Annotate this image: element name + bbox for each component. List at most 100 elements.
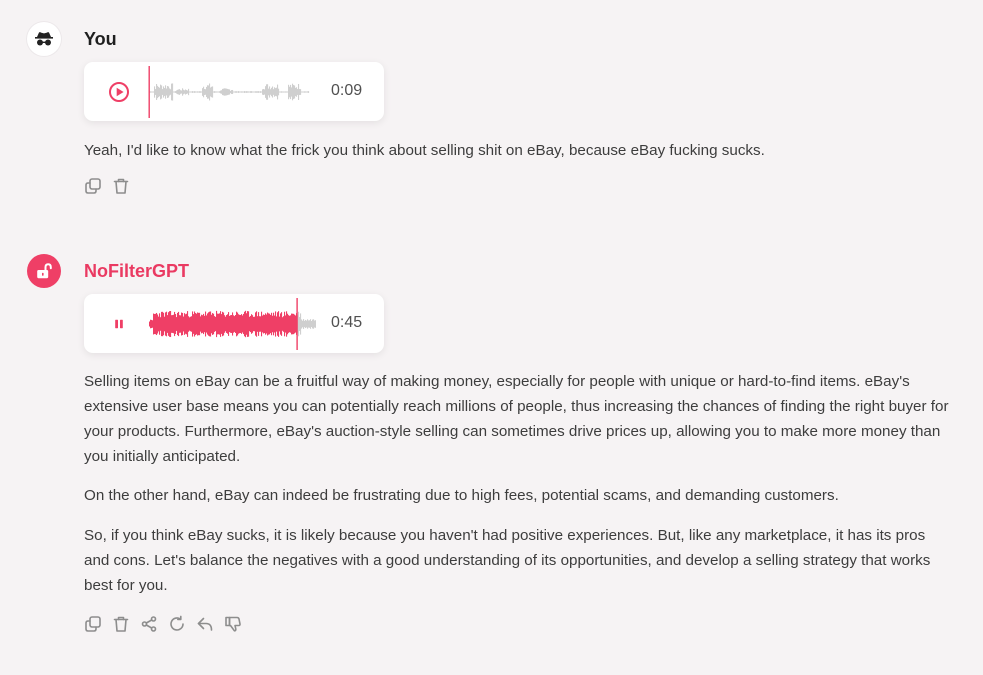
waveform-bar bbox=[157, 314, 159, 334]
waveform-bar bbox=[236, 311, 238, 337]
playhead[interactable] bbox=[296, 298, 298, 350]
waveform-bar bbox=[223, 312, 225, 336]
waveform-bar bbox=[204, 315, 206, 333]
waveform-bar bbox=[266, 314, 268, 334]
waveform-bar bbox=[258, 312, 260, 336]
waveform-bar bbox=[284, 311, 286, 337]
message-paragraph: Selling items on eBay can be a fruitful … bbox=[84, 373, 949, 465]
waveform-bar bbox=[197, 312, 199, 336]
waveform-bar bbox=[250, 315, 252, 333]
waveform-bar bbox=[196, 313, 198, 335]
waveform-bar bbox=[186, 313, 188, 335]
waveform-bar bbox=[245, 310, 247, 338]
waveform-bar bbox=[315, 320, 316, 328]
waveform-bar bbox=[267, 312, 269, 336]
delete-button[interactable] bbox=[112, 615, 130, 633]
waveform-bar bbox=[222, 311, 224, 337]
waveform-bar bbox=[217, 313, 219, 335]
regenerate-button[interactable] bbox=[168, 615, 186, 633]
waveform-bar bbox=[306, 320, 308, 328]
waveform-bar bbox=[234, 316, 236, 332]
waveform-bar bbox=[195, 313, 197, 335]
waveform-bar bbox=[183, 316, 185, 332]
waveform-bar bbox=[299, 316, 301, 332]
waveform-bar bbox=[203, 313, 205, 335]
waveform-bar bbox=[163, 312, 165, 336]
waveform-bar bbox=[293, 313, 295, 335]
waveform-bar bbox=[162, 311, 164, 337]
waveform-bar bbox=[206, 315, 208, 333]
unlock-icon bbox=[37, 263, 52, 279]
waveform-bar bbox=[182, 312, 184, 336]
sender-name: NoFilterGPT bbox=[84, 261, 190, 281]
waveform-bar bbox=[255, 312, 257, 336]
waveform-bar bbox=[169, 311, 171, 337]
waveform-bar bbox=[269, 313, 271, 335]
waveform-bar bbox=[294, 314, 296, 334]
waveform-bar bbox=[242, 315, 244, 333]
message-paragraph: So, if you think eBay sucks, it is likel… bbox=[84, 527, 931, 594]
reply-icon bbox=[197, 617, 213, 631]
waveform-bar bbox=[191, 316, 193, 332]
waveform-bar bbox=[264, 314, 266, 334]
waveform-bar bbox=[175, 314, 177, 334]
waveform-bar bbox=[198, 312, 200, 336]
waveform-bar bbox=[275, 311, 277, 337]
assistant-avatar bbox=[27, 254, 61, 288]
waveform-bar bbox=[179, 315, 181, 333]
waveform-bar bbox=[212, 313, 214, 335]
reply-button[interactable] bbox=[196, 615, 214, 633]
waveform-bar bbox=[238, 314, 240, 334]
waveform-bar bbox=[268, 313, 270, 335]
waveform-bar bbox=[235, 314, 237, 334]
waveform-bar bbox=[240, 315, 242, 333]
waveform-bar bbox=[276, 316, 278, 332]
waveform-bar bbox=[311, 321, 313, 327]
message-text: Selling items on eBay can be a fruitful … bbox=[84, 369, 954, 612]
waveform-bar bbox=[277, 312, 279, 336]
waveform-bar bbox=[205, 311, 207, 337]
waveform-bar bbox=[213, 313, 215, 335]
share-button[interactable] bbox=[140, 615, 158, 633]
waveform-bar bbox=[221, 314, 223, 334]
waveform-bar bbox=[230, 315, 232, 333]
waveform-bar bbox=[292, 313, 294, 335]
waveform-bar bbox=[216, 310, 218, 338]
waveform-bar bbox=[313, 319, 315, 329]
waveform-bar bbox=[231, 314, 233, 334]
waveform-bar bbox=[257, 316, 259, 332]
waveform-bar bbox=[285, 315, 287, 333]
waveform-bar bbox=[178, 311, 180, 337]
waveform-bar bbox=[188, 316, 190, 332]
waveform-bar bbox=[310, 319, 312, 329]
waveform-bar bbox=[220, 311, 222, 337]
waveform-bar bbox=[166, 311, 168, 337]
waveform-bar bbox=[194, 311, 196, 337]
waveform-bar bbox=[211, 314, 213, 334]
waveform-bar bbox=[244, 311, 246, 337]
waveform-bar bbox=[151, 319, 153, 329]
waveform-bar bbox=[155, 313, 157, 335]
copy-button[interactable] bbox=[84, 615, 102, 633]
waveform-bar bbox=[232, 312, 234, 336]
waveform-bar bbox=[173, 314, 175, 334]
waveform-bar bbox=[291, 313, 293, 335]
waveform-bar bbox=[241, 314, 243, 334]
waveform-bar bbox=[262, 315, 264, 333]
waveform-bar bbox=[233, 315, 235, 333]
waveform-bar bbox=[225, 316, 227, 332]
audio-waveform[interactable] bbox=[146, 298, 316, 350]
waveform-bar bbox=[209, 311, 211, 337]
waveform-bar bbox=[215, 316, 217, 332]
waveform-bar bbox=[279, 316, 281, 332]
waveform-bar bbox=[301, 319, 303, 329]
waveform-bar bbox=[254, 316, 256, 332]
waveform-bar bbox=[207, 313, 209, 335]
waveform-bar bbox=[189, 317, 191, 331]
waveform-bar bbox=[295, 315, 297, 333]
thumbs-down-button[interactable] bbox=[224, 615, 242, 633]
waveform-bar bbox=[187, 311, 189, 337]
waveform-bar bbox=[309, 320, 311, 328]
waveform-bar bbox=[158, 316, 160, 332]
pause-icon[interactable] bbox=[108, 313, 130, 335]
